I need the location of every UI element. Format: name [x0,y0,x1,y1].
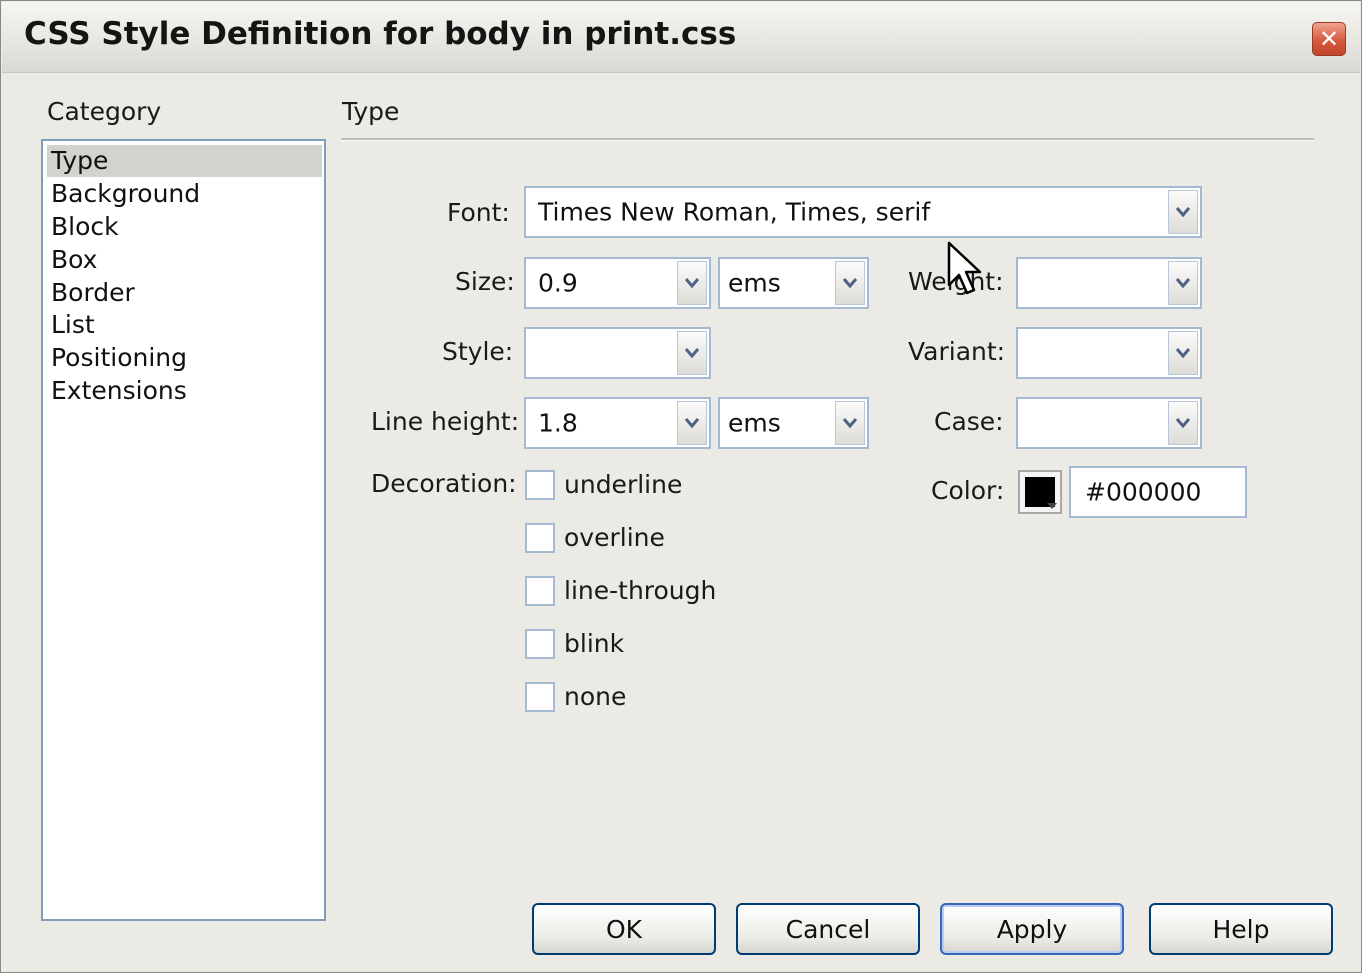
apply-button[interactable]: Apply [940,903,1124,955]
color-hex-value: #000000 [1085,477,1202,507]
chevron-down-icon [1175,207,1191,218]
title-bar[interactable]: CSS Style Definition for body in print.c… [2,2,1360,73]
line-height-label: Line height: [371,407,520,436]
case-select[interactable] [1016,397,1202,449]
decoration-underline-checkbox[interactable] [525,470,555,500]
weight-select[interactable] [1016,257,1202,309]
close-icon: ✕ [1318,25,1340,53]
panel-divider [341,138,1314,141]
chevron-down-icon [842,278,858,289]
case-dropdown-button[interactable] [1168,401,1198,445]
decoration-underline-label[interactable]: underline [564,470,682,499]
decoration-line-through-checkbox[interactable] [525,576,555,606]
variant-select[interactable] [1016,327,1202,379]
color-label: Color: [931,476,1005,505]
color-hex-input[interactable]: #000000 [1069,466,1247,518]
line-height-combobox[interactable]: 1.8 [524,397,711,449]
font-label: Font: [447,198,510,227]
category-label: Category [47,97,162,126]
line-height-unit-select[interactable]: ems [718,397,869,449]
chevron-down-icon [1175,348,1191,359]
size-unit-dropdown-button[interactable] [835,261,865,305]
help-button[interactable]: Help [1149,903,1333,955]
variant-label: Variant: [908,337,1006,366]
font-combobox[interactable]: Times New Roman, Times, serif [524,186,1202,238]
panel-title: Type [342,97,400,126]
category-item-list[interactable]: List [47,309,322,341]
line-height-unit-dropdown-button[interactable] [835,401,865,445]
mouse-pointer-icon [947,241,982,295]
chevron-down-icon [1175,418,1191,429]
category-item-border[interactable]: Border [47,277,322,309]
css-style-definition-dialog: CSS Style Definition for body in print.c… [0,0,1362,973]
variant-dropdown-button[interactable] [1168,331,1198,375]
category-item-box[interactable]: Box [47,244,322,276]
style-dropdown-button[interactable] [677,331,707,375]
font-value: Times New Roman, Times, serif [538,197,931,227]
size-label: Size: [455,267,515,296]
chevron-down-icon [842,418,858,429]
category-item-background[interactable]: Background [47,178,322,210]
chevron-down-icon [1175,278,1191,289]
decoration-none-label[interactable]: none [564,682,626,711]
category-item-block[interactable]: Block [47,211,322,243]
case-label: Case: [934,407,1004,436]
color-picker-arrow-icon [1047,503,1057,509]
decoration-overline-label[interactable]: overline [564,523,665,552]
chevron-down-icon [684,348,700,359]
size-dropdown-button[interactable] [677,261,707,305]
size-unit-select[interactable]: ems [718,257,869,309]
line-height-unit-value: ems [728,408,781,438]
chevron-down-icon [684,418,700,429]
size-combobox[interactable]: 0.9 [524,257,711,309]
decoration-overline-checkbox[interactable] [525,523,555,553]
line-height-value: 1.8 [538,408,578,438]
line-height-dropdown-button[interactable] [677,401,707,445]
category-item-type[interactable]: Type [47,145,322,177]
style-select[interactable] [524,327,711,379]
close-button[interactable]: ✕ [1312,22,1346,56]
decoration-label: Decoration: [371,469,517,498]
dialog-title: CSS Style Definition for body in print.c… [24,16,737,52]
ok-button[interactable]: OK [532,903,716,955]
chevron-down-icon [684,278,700,289]
cancel-button[interactable]: Cancel [736,903,920,955]
font-dropdown-button[interactable] [1168,190,1198,234]
color-swatch-button[interactable] [1018,470,1062,514]
decoration-blink-label[interactable]: blink [564,629,624,658]
decoration-blink-checkbox[interactable] [525,629,555,659]
category-item-positioning[interactable]: Positioning [47,342,322,374]
weight-dropdown-button[interactable] [1168,261,1198,305]
style-label: Style: [442,337,514,366]
category-item-extensions[interactable]: Extensions [47,375,322,407]
size-unit-value: ems [728,268,781,298]
decoration-none-checkbox[interactable] [525,682,555,712]
size-value: 0.9 [538,268,578,298]
category-list[interactable]: Type Background Block Box Border List Po… [41,139,326,921]
decoration-line-through-label[interactable]: line-through [564,576,716,605]
